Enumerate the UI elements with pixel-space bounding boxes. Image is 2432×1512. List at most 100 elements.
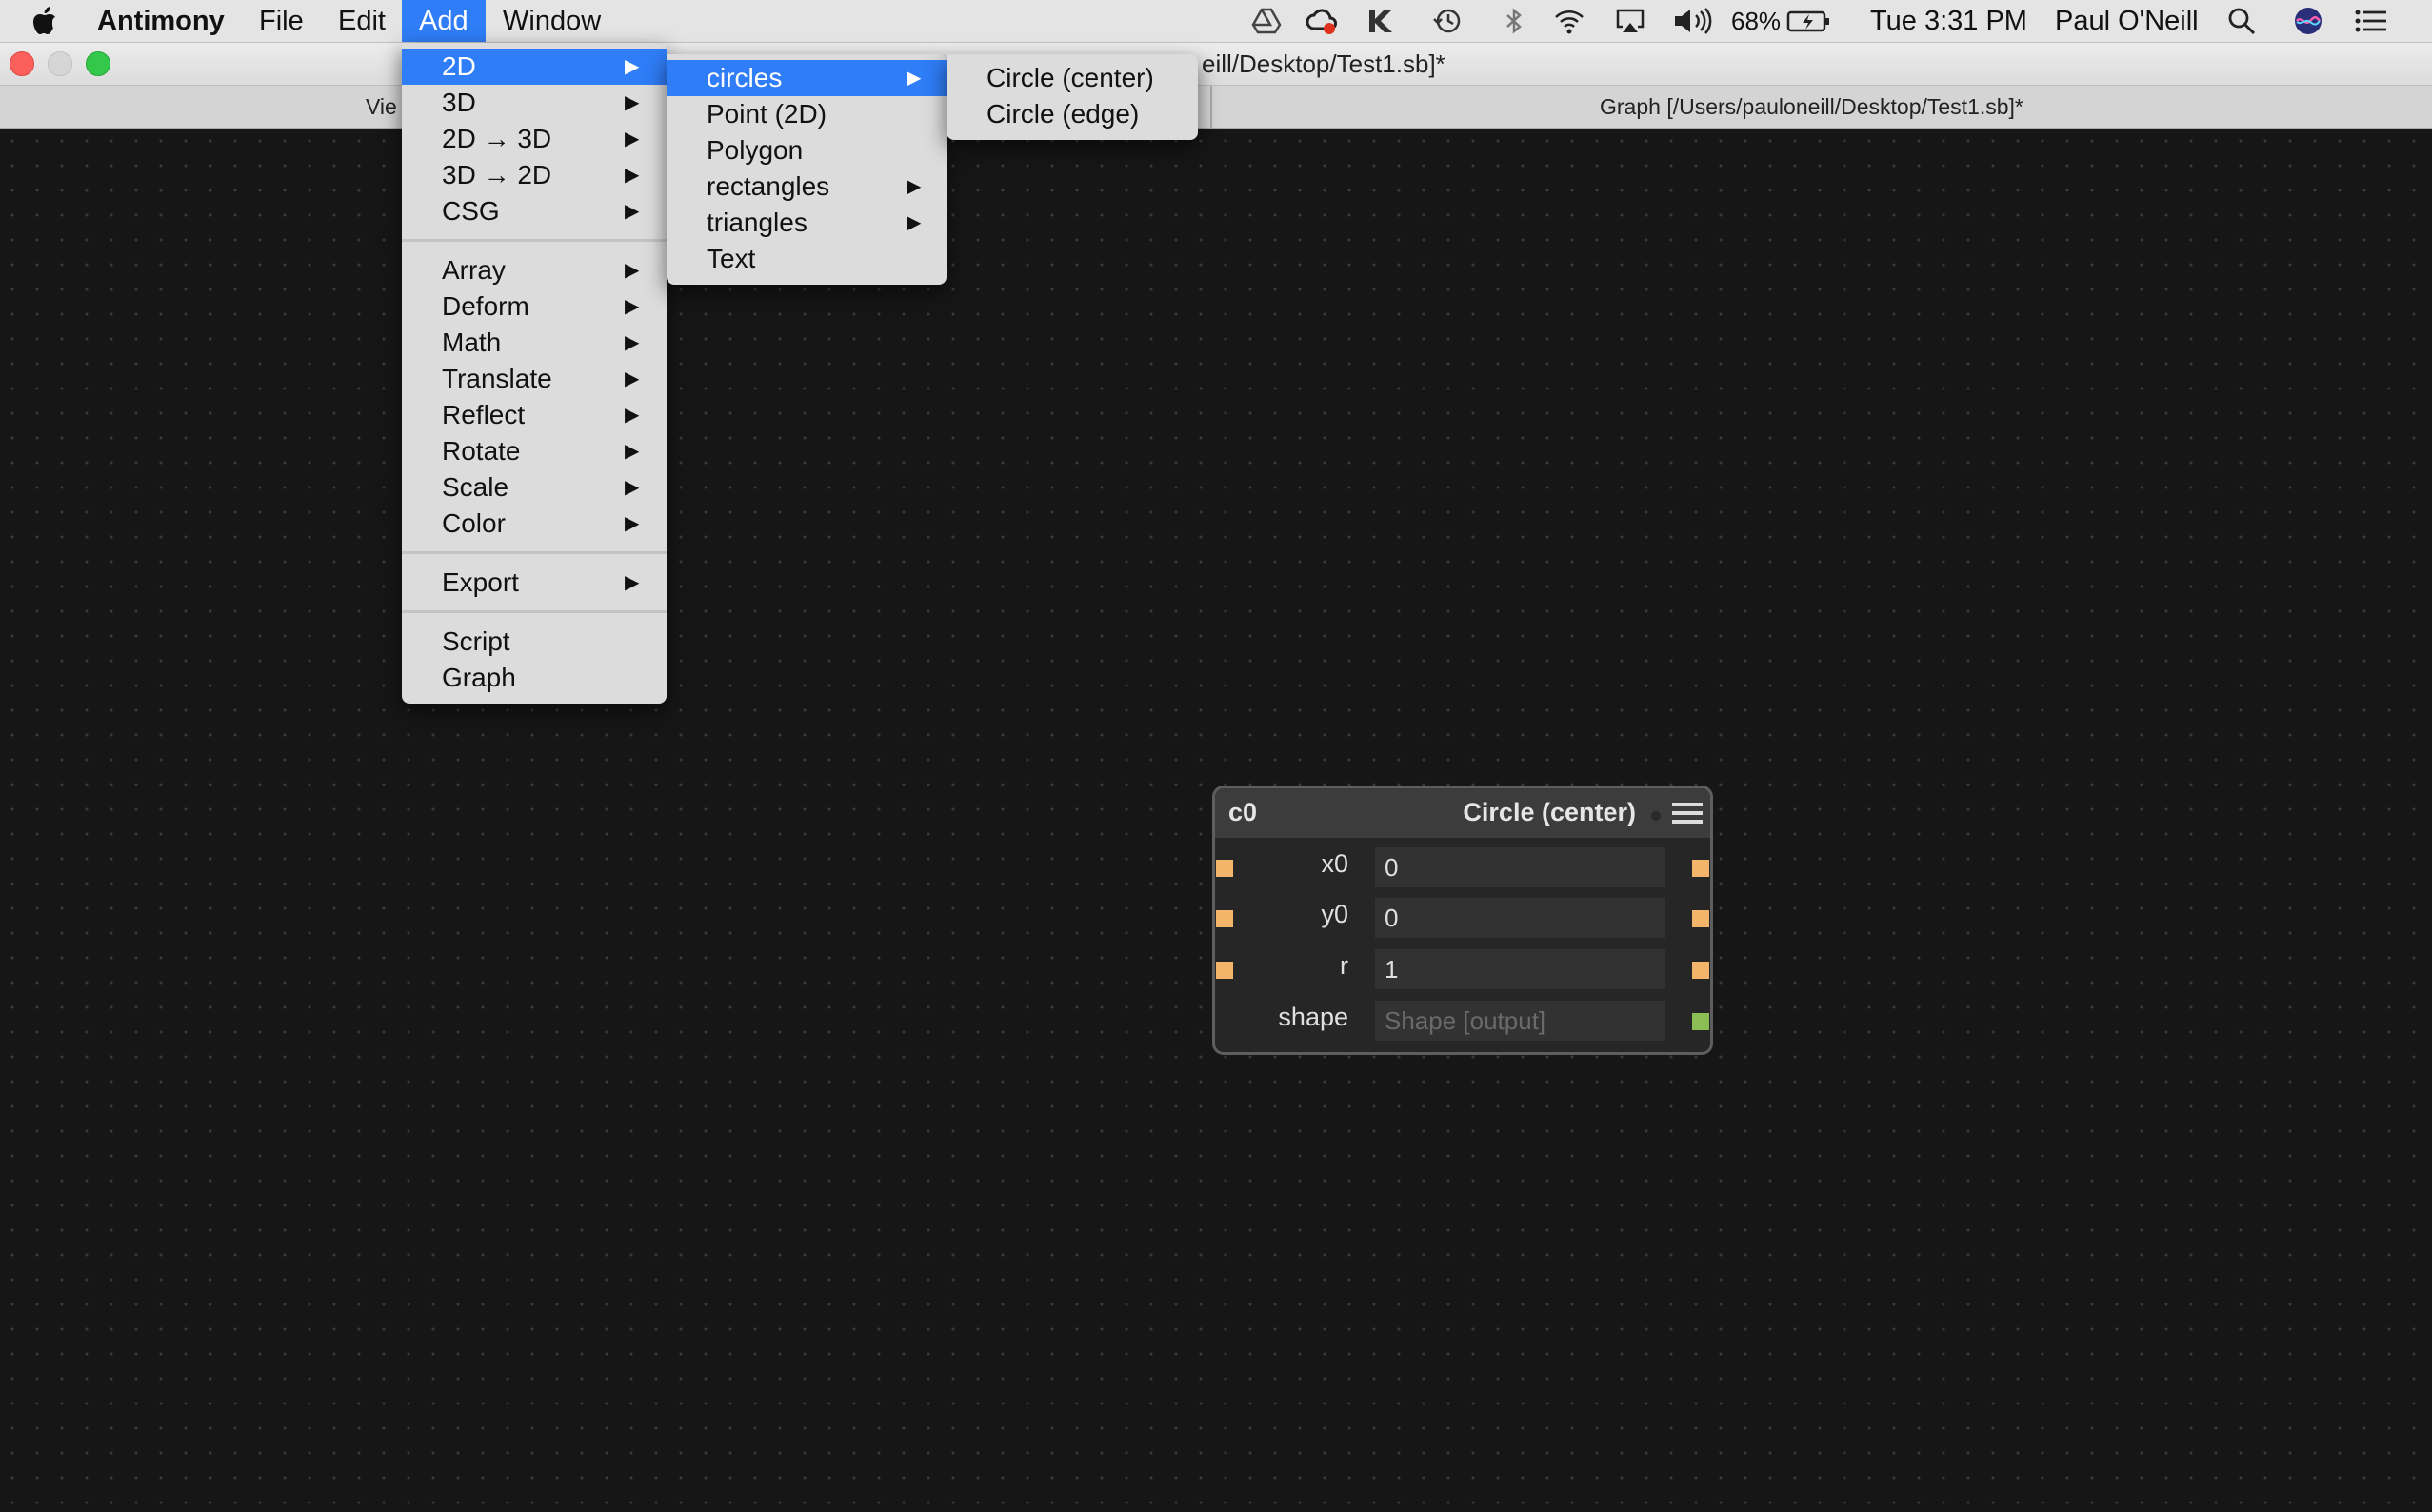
menu-item-label: Point (2D) [707,99,827,129]
google-drive-icon[interactable] [1251,6,1282,36]
submenu-arrow-icon: ▶ [625,513,640,534]
notification-center-icon[interactable] [2354,6,2388,36]
volume-icon[interactable] [1672,6,1716,36]
menu-edit[interactable]: Edit [338,0,386,42]
menu-separator [402,239,667,242]
submenu-arrow-icon: ▶ [907,176,922,197]
bluetooth-icon[interactable] [1499,6,1529,36]
submenu-arrow-icon: ▶ [625,260,640,281]
menu-item-circle-center[interactable]: Circle (center) [947,60,1198,96]
battery-percent[interactable]: 68% [1731,0,1781,42]
hamburger-menu-icon[interactable] [1672,800,1703,826]
shape-output-field: Shape [output] [1375,1001,1665,1041]
x0-field[interactable]: 0 [1375,847,1665,887]
submenu-arrow-icon: ▶ [625,405,640,426]
menu-file[interactable]: File [259,0,304,42]
close-window-button[interactable] [10,51,34,76]
menu-item-label: 3D [442,88,476,117]
2d-submenu: circles ▶ Point (2D) Polygon rectangles ▶ … [667,54,947,285]
battery-icon[interactable] [1786,6,1832,36]
menu-item-array[interactable]: Array ▶ [402,252,667,288]
menu-item-label: Color [442,508,506,538]
menu-item-script[interactable]: Script [402,624,667,660]
creative-cloud-icon[interactable] [1306,6,1337,36]
menu-item-label: circles [707,63,783,92]
menu-item-scale[interactable]: Scale ▶ [402,469,667,506]
tab-graph[interactable]: Graph [/Users/pauloneill/Desktop/Test1.s… [1600,86,2023,128]
menu-item-triangles[interactable]: triangles ▶ [667,205,947,241]
y0-field[interactable]: 0 [1375,898,1665,938]
circles-submenu: Circle (center) Circle (edge) [947,54,1198,140]
menu-item-label: Graph [442,663,516,692]
r-label: r [1340,951,1348,980]
menu-item-text[interactable]: Text [667,241,947,277]
minimize-window-button[interactable] [48,51,72,76]
node-name[interactable]: c0 [1228,798,1257,827]
menu-item-2d-to-3d[interactable]: 2D → 3D ▶ [402,121,667,157]
menu-item-color[interactable]: Color ▶ [402,506,667,542]
menu-item-label: Circle (edge) [987,99,1140,129]
submenu-arrow-icon: ▶ [625,201,640,222]
zoom-window-button[interactable] [86,51,110,76]
menu-item-3d[interactable]: 3D ▶ [402,85,667,121]
menu-item-label: Translate [442,364,552,393]
menu-item-label: Script [442,627,510,656]
node-type: Circle (center) [1463,798,1636,826]
y0-output-port[interactable] [1692,910,1709,927]
menu-item-reflect[interactable]: Reflect ▶ [402,397,667,433]
menu-item-rectangles[interactable]: rectangles ▶ [667,169,947,205]
menu-item-label: Circle (center) [987,63,1154,92]
window-title: eill/Desktop/Test1.sb]* [1202,50,1445,78]
menu-item-label: triangles [707,208,807,237]
menu-item-export[interactable]: Export ▶ [402,565,667,601]
menu-item-label: Text [707,244,756,273]
menu-separator [402,610,667,613]
keyboard-maestro-icon[interactable] [1366,6,1396,36]
shape-output-port[interactable] [1692,1013,1709,1030]
menu-window[interactable]: Window [503,0,601,42]
submenu-arrow-icon: ▶ [625,165,640,186]
submenu-arrow-icon: ▶ [625,332,640,353]
menu-bar: Antimony File Edit Add Window 68% Tue 3:… [0,0,2432,43]
menu-item-label: rectangles [707,171,830,201]
circle-node[interactable]: c0 Circle (center) x0 0 y0 0 r 1 shape S… [1212,786,1713,1055]
menu-item-label: Rotate [442,436,521,466]
menu-item-circle-edge[interactable]: Circle (edge) [947,96,1198,132]
user-name[interactable]: Paul O'Neill [2055,0,2199,42]
x0-output-port[interactable] [1692,860,1709,877]
menu-item-point-2d[interactable]: Point (2D) [667,96,947,132]
r-output-port[interactable] [1692,962,1709,979]
menu-item-rotate[interactable]: Rotate ▶ [402,433,667,469]
airplay-icon[interactable] [1615,6,1645,36]
node-header[interactable]: c0 Circle (center) [1215,788,1710,838]
clock[interactable]: Tue 3:31 PM [1870,0,2027,42]
menu-item-polygon[interactable]: Polygon [667,132,947,169]
menu-item-graph[interactable]: Graph [402,660,667,696]
apple-menu-icon[interactable] [32,0,61,42]
submenu-arrow-icon: ▶ [625,368,640,389]
menu-item-deform[interactable]: Deform ▶ [402,288,667,325]
time-machine-icon[interactable] [1432,6,1463,36]
menu-item-label: Array [442,255,506,285]
menu-item-label: Reflect [442,400,526,429]
app-menu[interactable]: Antimony [97,0,225,42]
menu-add[interactable]: Add [402,0,486,42]
menu-item-label: 3D → 2D [442,160,552,189]
spotlight-icon[interactable] [2226,6,2257,36]
x0-label: x0 [1321,849,1348,878]
menu-item-3d-to-2d[interactable]: 3D → 2D ▶ [402,157,667,193]
menu-item-translate[interactable]: Translate ▶ [402,361,667,397]
menu-item-label: Deform [442,291,529,321]
r-field[interactable]: 1 [1375,949,1665,989]
submenu-arrow-icon: ▶ [907,68,922,89]
menu-item-2d[interactable]: 2D ▶ [402,49,667,85]
wifi-icon[interactable] [1554,6,1585,36]
siri-icon[interactable] [2293,6,2323,36]
tab-viewport[interactable]: Vie [366,86,397,128]
menu-item-label: Polygon [707,135,804,165]
shape-label: shape [1278,1003,1348,1031]
menu-item-circles[interactable]: circles ▶ [667,60,947,96]
menu-item-csg[interactable]: CSG ▶ [402,193,667,229]
submenu-arrow-icon: ▶ [625,92,640,113]
menu-item-math[interactable]: Math ▶ [402,325,667,361]
